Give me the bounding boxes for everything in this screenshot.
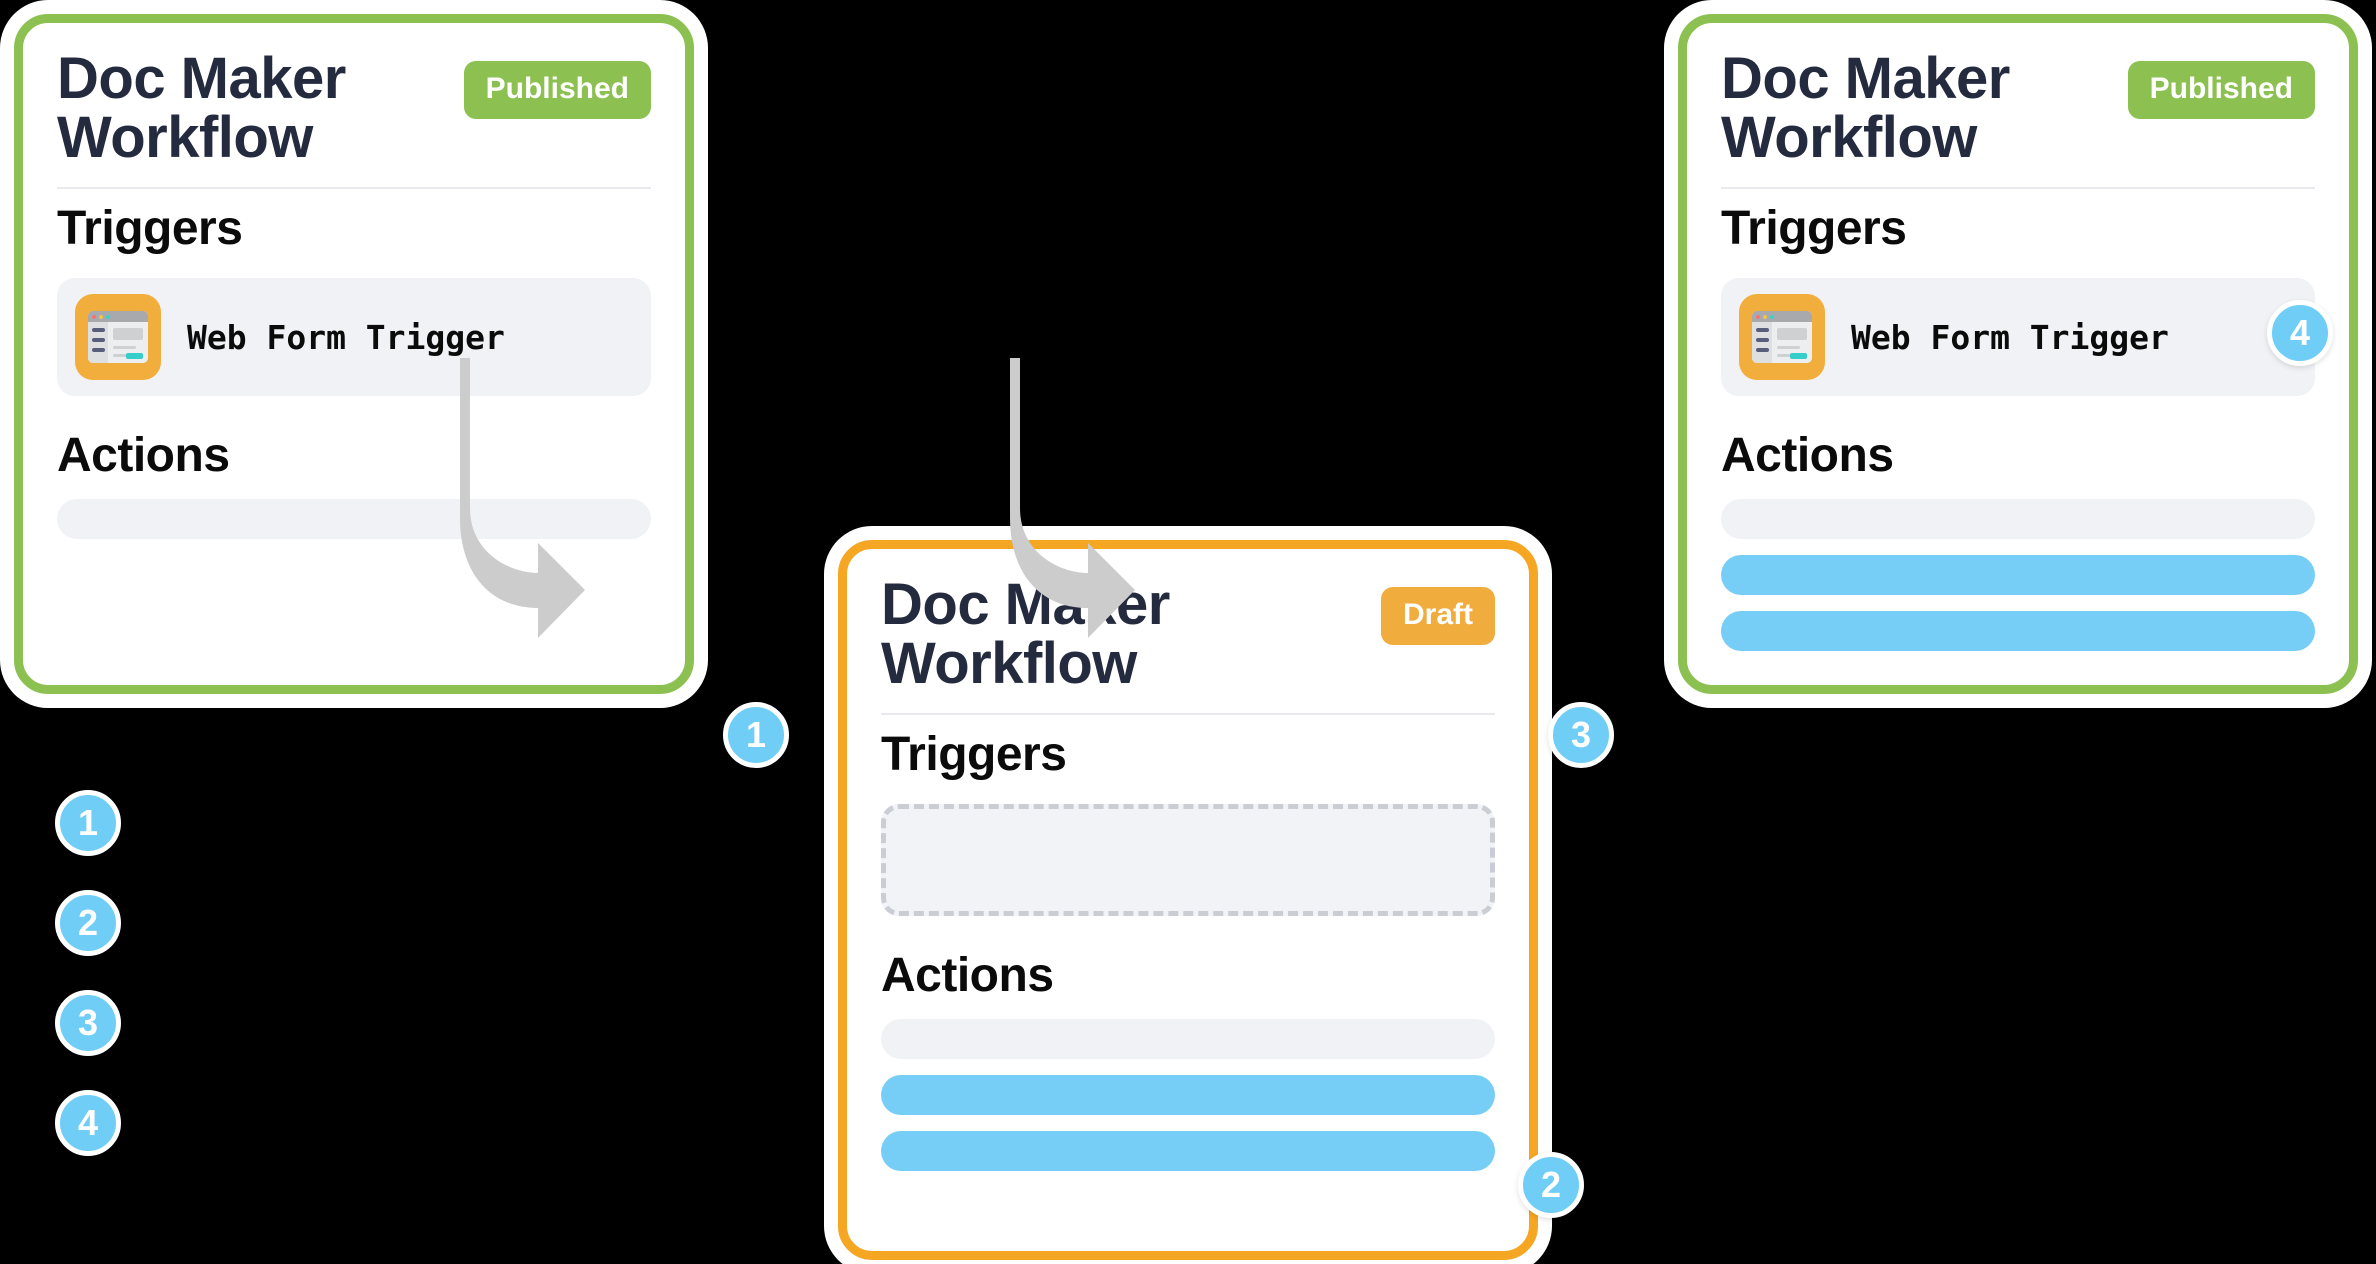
workflow-diagram: Doc Maker Workflow Published Triggers We… (0, 0, 2376, 1264)
triggers-heading: Triggers (57, 202, 243, 256)
header-divider (881, 713, 1495, 716)
trigger-placeholder[interactable] (881, 804, 1495, 917)
action-item[interactable] (881, 1074, 1495, 1115)
action-item[interactable] (1721, 554, 2315, 595)
status-badge: Published (2127, 61, 2315, 119)
card-draft-editing[interactable]: Doc Maker Workflow Draft Triggers Action… (838, 540, 1538, 1260)
card-header: Doc Maker Workflow Draft (881, 575, 1495, 693)
step-badge-3[interactable]: 3 (1548, 702, 1614, 768)
status-badge: Published (463, 61, 651, 119)
card-published-before[interactable]: Doc Maker Workflow Published Triggers We… (14, 14, 694, 694)
web-form-icon (1739, 294, 1825, 381)
card-header: Doc Maker Workflow Published (1721, 49, 2315, 167)
action-item[interactable] (881, 1018, 1495, 1059)
flow-arrow-2 (1005, 348, 1135, 648)
triggers-heading: Triggers (1721, 202, 1907, 256)
actions-heading: Actions (881, 949, 1054, 1003)
triggers-heading: Triggers (881, 728, 1067, 782)
legend-step-4[interactable]: 4 (55, 1090, 121, 1156)
card-title: Doc Maker Workflow (57, 46, 346, 171)
action-item[interactable] (1721, 498, 2315, 539)
legend-step-3[interactable]: 3 (55, 990, 121, 1056)
actions-heading: Actions (1721, 429, 1894, 483)
action-item[interactable] (1721, 610, 2315, 651)
trigger-item[interactable]: Web Form Trigger (1721, 278, 2315, 397)
trigger-label: Web Form Trigger (1851, 317, 2169, 357)
flow-arrow-1 (455, 348, 585, 648)
header-divider (57, 187, 651, 190)
card-title: Doc Maker Workflow (1721, 46, 2010, 171)
header-divider (1721, 187, 2315, 190)
card-published-after[interactable]: Doc Maker Workflow Published Triggers We… (1678, 14, 2358, 694)
legend-step-1[interactable]: 1 (55, 790, 121, 856)
step-badge-2[interactable]: 2 (1518, 1152, 1584, 1218)
action-item[interactable] (881, 1130, 1495, 1171)
card-header: Doc Maker Workflow Published (57, 49, 651, 167)
step-badge-1[interactable]: 1 (723, 702, 789, 768)
step-badge-4[interactable]: 4 (2267, 300, 2333, 366)
legend-step-2[interactable]: 2 (55, 890, 121, 956)
web-form-icon (75, 294, 161, 381)
status-badge: Draft (1380, 587, 1495, 645)
